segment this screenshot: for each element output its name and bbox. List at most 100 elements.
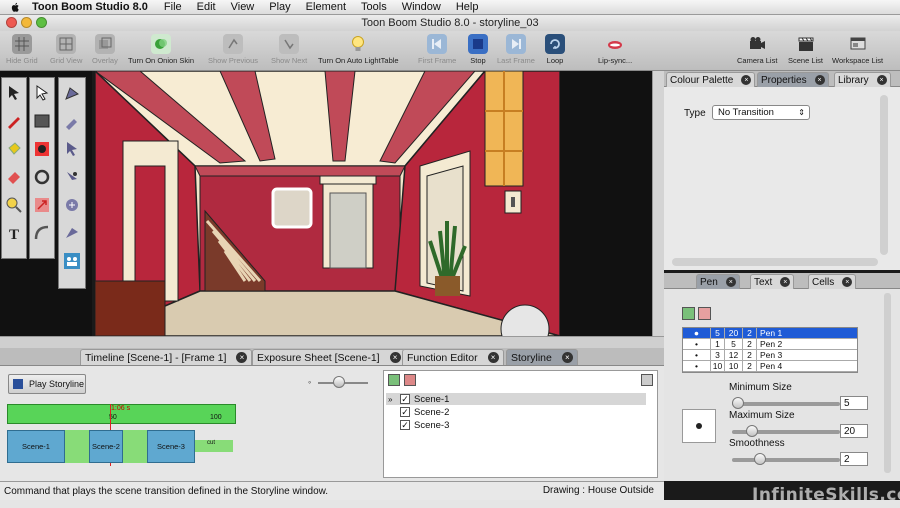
storyline-zoom-slider[interactable]: ◦ [308,376,372,390]
scene-list-button[interactable]: Scene List [788,34,823,70]
rectangle-tool[interactable] [30,108,54,134]
rotate-tool[interactable] [60,164,84,190]
close-icon[interactable]: × [780,277,791,287]
stage-vertical-scrollbar[interactable] [652,71,664,336]
hide-grid-button[interactable]: Hide Grid [6,34,38,70]
text-tool[interactable]: T [2,220,26,246]
smoothness-field[interactable]: 2 [840,452,868,466]
menu-element[interactable]: Element [306,1,346,13]
tab-storyline[interactable]: Storyline × [506,349,578,365]
expand-chevron-icon[interactable]: » [388,395,392,404]
tab-function-editor[interactable]: Function Editor × [402,349,504,365]
circle-tool[interactable] [30,164,54,190]
onion-skin-button[interactable]: Turn On Onion Skin [128,34,194,70]
min-size-slider[interactable] [732,397,840,409]
smoothness-slider[interactable] [732,453,840,465]
eraser-tool[interactable] [2,164,26,190]
scene-row-1[interactable]: » ✓ Scene-1 [386,393,646,405]
tab-cells[interactable]: Cells × [808,274,857,289]
pen-row-2[interactable]: • 1 5 2 Pen 2 [683,339,857,350]
transition-block-2[interactable] [123,430,147,463]
ellipse-tool[interactable] [30,136,54,162]
min-size-field[interactable]: 5 [840,396,868,410]
add-pen-icon[interactable] [682,307,695,320]
pen-row-4[interactable]: • 10 10 2 Pen 4 [683,361,857,372]
menu-view[interactable]: View [231,1,255,13]
scene-row-2[interactable]: ✓ Scene-2 [386,406,646,418]
close-icon[interactable]: × [561,352,573,363]
tab-properties[interactable]: Properties × [757,72,829,87]
paint-tool[interactable] [2,136,26,162]
menu-file[interactable]: File [164,1,182,13]
lip-sync-button[interactable]: Lip-sync... [598,34,632,70]
close-icon[interactable]: × [741,75,752,85]
workspace-list-button[interactable]: Workspace List [832,34,883,70]
close-icon[interactable]: × [487,352,499,363]
scale-tool[interactable] [60,192,84,218]
menu-window[interactable]: Window [402,1,441,13]
last-frame-button[interactable]: Last Frame [497,34,535,70]
polyline-tool[interactable] [60,80,84,106]
max-size-field[interactable]: 20 [840,424,868,438]
motion-tool[interactable] [60,136,84,162]
window-minimize-button[interactable] [21,17,32,28]
add-scene-icon[interactable] [388,374,400,386]
tab-pen[interactable]: Pen × [696,274,740,289]
stage-canvas[interactable] [95,71,560,336]
transition-type-select[interactable]: No Transition ⇕ [712,105,810,120]
zoom-slider-knob[interactable] [333,376,345,388]
tab-library[interactable]: Library × [834,72,891,87]
scene-3-checkbox[interactable]: ✓ [400,420,410,430]
camera-list-button[interactable]: Camera List [737,34,777,70]
overlay-button[interactable]: Overlay [92,34,118,70]
properties-vertical-scrollbar[interactable] [880,95,888,255]
scene-row-3[interactable]: ✓ Scene-3 [386,419,646,431]
smoothness-knob[interactable] [754,453,766,465]
remove-scene-icon[interactable] [404,374,416,386]
storyline-timeline[interactable]: 50 100 1:06 s Scene-1 Scene-2 Scene-3 cu… [5,402,378,478]
close-icon[interactable]: × [842,277,853,287]
tab-colour-palette[interactable]: Colour Palette × [666,72,756,87]
show-previous-button[interactable]: Show Previous [208,34,258,70]
scene-1-block[interactable]: Scene-1 [7,430,65,463]
scene-2-block[interactable]: Scene-2 [89,430,123,463]
stop-button[interactable]: Stop [468,34,488,70]
dropper-tool[interactable] [60,108,84,134]
close-icon[interactable]: × [389,352,401,363]
scene-list-menu-icon[interactable] [641,374,653,386]
min-size-knob[interactable] [732,397,744,409]
close-icon[interactable]: × [876,75,887,85]
play-storyline-button[interactable]: Play Storyline [8,374,86,394]
pen-panel-scrollbar[interactable] [884,293,891,473]
auto-lighttable-button[interactable]: Turn On Auto LightTable [318,34,399,70]
first-frame-button[interactable]: First Frame [418,34,456,70]
app-name-menu[interactable]: Toon Boom Studio 8.0 [32,1,148,13]
end-transition-block[interactable]: cut [195,440,233,452]
window-close-button[interactable] [6,17,17,28]
menu-help[interactable]: Help [456,1,479,13]
close-icon[interactable]: × [725,277,736,287]
pen-list[interactable]: ● 5 20 2 Pen 1 • 1 5 2 Pen 2 • 3 12 2 Pe… [682,327,858,373]
show-next-button[interactable]: Show Next [271,34,307,70]
grid-view-button[interactable]: Grid View [50,34,82,70]
transition-block-1[interactable] [65,430,89,463]
delete-pen-icon[interactable] [698,307,711,320]
pen-row-3[interactable]: • 3 12 2 Pen 3 [683,350,857,361]
scene-planning-tool[interactable] [60,248,84,274]
smooth-tool[interactable] [30,220,54,246]
menu-tools[interactable]: Tools [361,1,387,13]
window-zoom-button[interactable] [36,17,47,28]
storyline-ruler[interactable]: 50 100 1:06 s [7,404,236,424]
properties-horizontal-scrollbar[interactable] [672,258,878,266]
transform-tool[interactable] [30,192,54,218]
max-size-knob[interactable] [746,425,758,437]
skew-tool[interactable] [60,220,84,246]
tab-exposure-sheet[interactable]: Exposure Sheet [Scene-1] × [252,349,406,365]
zoom-tool[interactable] [2,192,26,218]
menu-edit[interactable]: Edit [197,1,216,13]
loop-button[interactable]: Loop [545,34,565,70]
scene-3-block[interactable]: Scene-3 [147,430,195,463]
menu-play[interactable]: Play [269,1,290,13]
scene-1-checkbox[interactable]: ✓ [400,394,410,404]
apple-icon[interactable] [10,1,22,13]
